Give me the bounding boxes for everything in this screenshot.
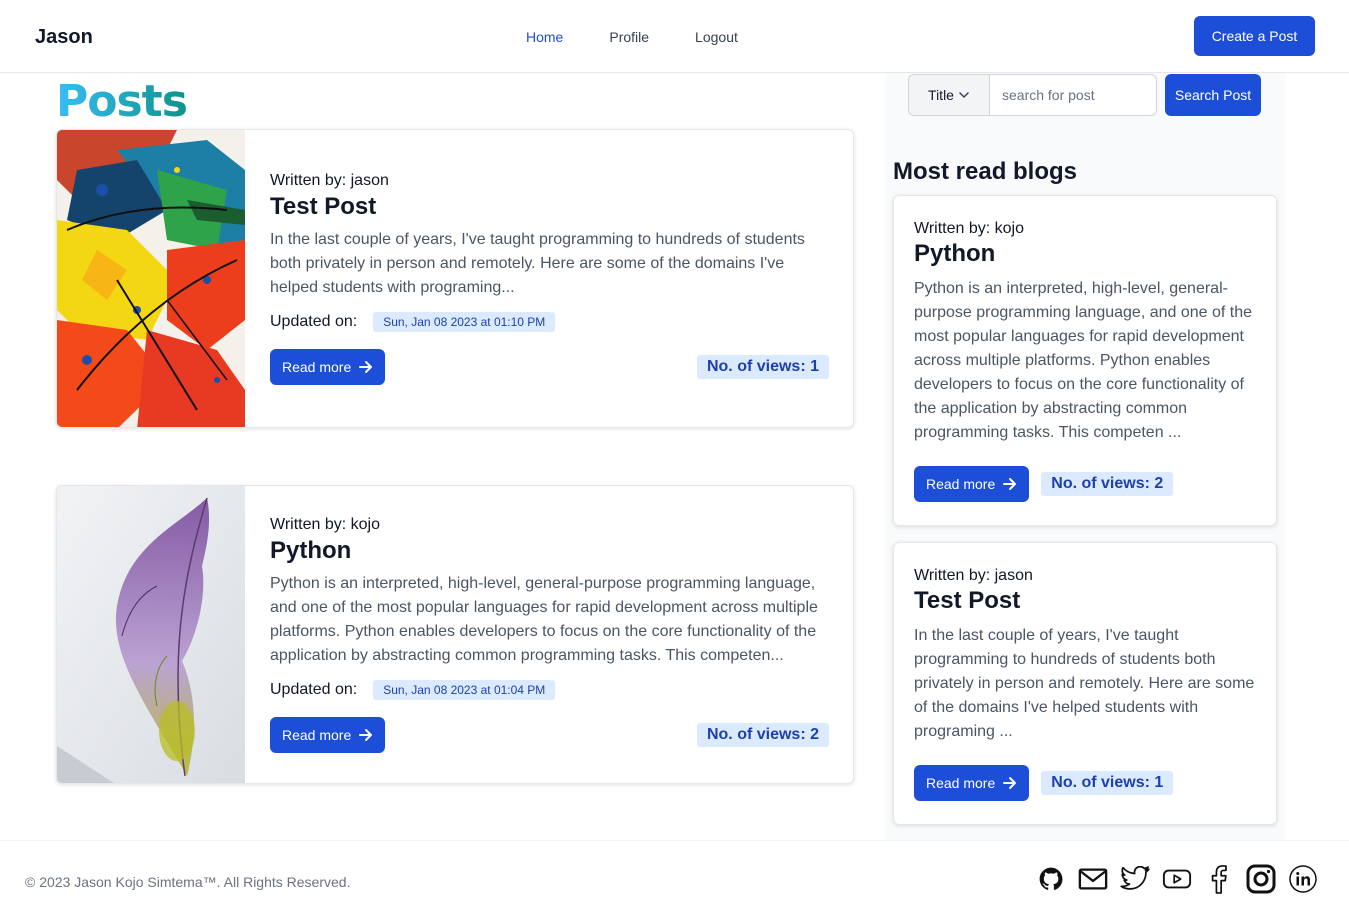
updated-label: Updated on: [270, 681, 358, 698]
arrow-right-icon [359, 729, 373, 741]
chevron-down-icon [959, 92, 969, 99]
read-more-button[interactable]: Read more [270, 349, 386, 385]
date-badge: Sun, Jan 08 2023 at 01:04 PM [373, 680, 556, 700]
post-author: Written by: jason [270, 172, 389, 189]
updated-row: Updated on: Sun, Jan 08 2023 at 01:10 PM [270, 312, 829, 332]
post-actions: Read more No. of views: 1 [270, 349, 829, 385]
post-card: Written by: kojo Python Python is an int… [56, 485, 854, 784]
post-title[interactable]: Python [270, 537, 829, 565]
post-body: Written by: kojo Python Python is an int… [270, 516, 829, 753]
linkedin-icon[interactable] [1288, 863, 1318, 895]
twitter-icon[interactable] [1120, 863, 1150, 895]
create-post-button[interactable]: Create a Post [1194, 16, 1315, 56]
post-title[interactable]: Python [914, 240, 1256, 268]
post-excerpt: In the last couple of years, I've taught… [270, 231, 805, 296]
copyright-text: © 2023 Jason Kojo Simtema™. All Rights R… [25, 874, 351, 890]
search-field-select[interactable]: Title [908, 74, 990, 116]
footer: © 2023 Jason Kojo Simtema™. All Rights R… [0, 840, 1349, 918]
search-select-value: Title [928, 87, 954, 103]
youtube-icon[interactable] [1162, 863, 1192, 895]
updated-label: Updated on: [270, 313, 358, 330]
feather-image[interactable] [57, 486, 245, 783]
post-author: Written by: jason [914, 567, 1033, 584]
abstract-paint-image-svg [57, 130, 245, 427]
read-more-label: Read more [926, 476, 996, 492]
post-excerpt: Python is an interpreted, high-level, ge… [914, 280, 1253, 441]
nav-link-profile[interactable]: Profile [609, 29, 649, 45]
search-input[interactable] [990, 74, 1157, 116]
social-links [1036, 863, 1330, 895]
most-read-title: Most read blogs [893, 158, 1078, 185]
arrow-right-icon [1003, 777, 1017, 789]
post-title[interactable]: Test Post [270, 193, 829, 221]
read-more-button[interactable]: Read more [270, 717, 386, 753]
nav-links: Home Profile Logout [526, 29, 784, 45]
facebook-icon[interactable] [1204, 863, 1234, 895]
page-title: Posts [56, 76, 188, 127]
github-icon[interactable] [1036, 863, 1066, 895]
views-badge: No. of views: 2 [696, 723, 829, 747]
arrow-right-icon [359, 361, 373, 373]
post-excerpt: Python is an interpreted, high-level, ge… [270, 575, 818, 664]
post-actions: Read more No. of views: 2 [914, 466, 1256, 502]
nav-link-home[interactable]: Home [526, 29, 563, 45]
post-card: Written by: jason Test Post In the last … [56, 129, 854, 428]
post-author: Written by: kojo [914, 220, 1024, 237]
search-bar: Title Search Post [908, 74, 1261, 116]
mail-icon[interactable] [1078, 863, 1108, 895]
sidebar: Title Search Post Most read blogs Writte… [885, 73, 1285, 840]
post-title[interactable]: Test Post [914, 587, 1256, 615]
arrow-right-icon [1003, 478, 1017, 490]
read-more-label: Read more [926, 775, 996, 791]
navbar: Jason Home Profile Logout Create a Post [0, 0, 1349, 73]
updated-row: Updated on: Sun, Jan 08 2023 at 01:04 PM [270, 680, 829, 700]
post-excerpt: In the last couple of years, I've taught… [914, 627, 1255, 740]
post-actions: Read more No. of views: 1 [914, 765, 1256, 801]
abstract-paint-image[interactable] [57, 130, 245, 427]
read-more-label: Read more [282, 359, 352, 375]
most-read-card: Written by: kojo Python Python is an int… [893, 195, 1277, 526]
search-post-button[interactable]: Search Post [1165, 74, 1261, 116]
brand-name[interactable]: Jason [35, 26, 93, 49]
views-badge: No. of views: 2 [1041, 472, 1174, 496]
read-more-label: Read more [282, 727, 352, 743]
views-badge: No. of views: 1 [696, 355, 829, 379]
instagram-icon[interactable] [1246, 863, 1276, 895]
feather-image-svg [57, 486, 245, 783]
nav-link-logout[interactable]: Logout [695, 29, 738, 45]
post-actions: Read more No. of views: 2 [270, 717, 829, 753]
date-badge: Sun, Jan 08 2023 at 01:10 PM [373, 312, 556, 332]
read-more-button[interactable]: Read more [914, 765, 1030, 801]
post-author: Written by: kojo [270, 516, 380, 533]
views-badge: No. of views: 1 [1041, 771, 1174, 795]
most-read-card: Written by: jason Test Post In the last … [893, 542, 1277, 825]
read-more-button[interactable]: Read more [914, 466, 1030, 502]
post-body: Written by: jason Test Post In the last … [270, 172, 829, 385]
